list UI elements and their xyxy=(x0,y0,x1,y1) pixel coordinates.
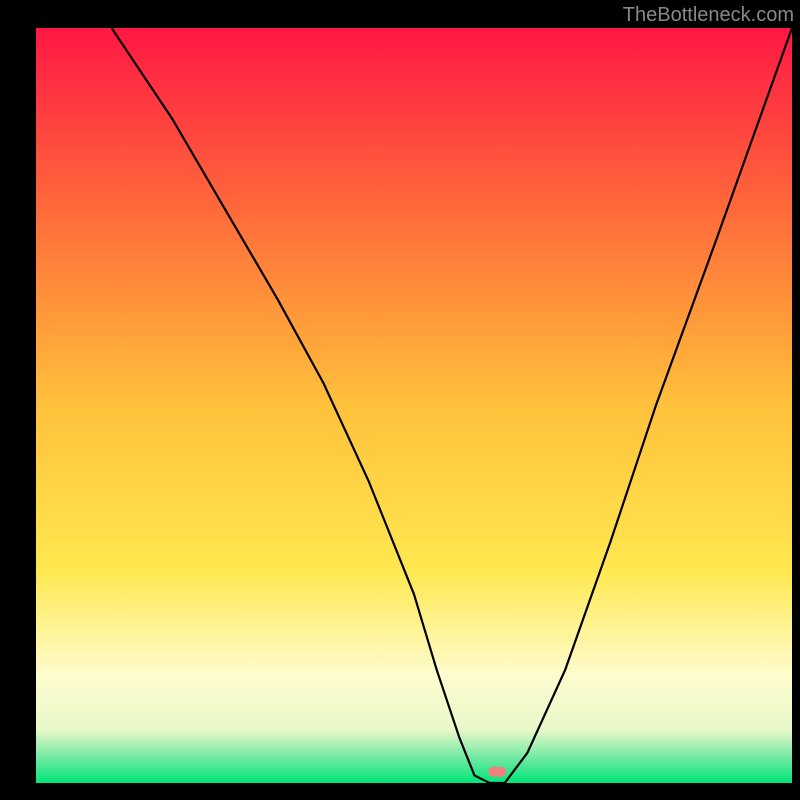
gradient-background xyxy=(36,28,792,783)
chart-container: TheBottleneck.com xyxy=(0,0,800,800)
chart-svg xyxy=(36,28,792,783)
watermark-text: TheBottleneck.com xyxy=(623,4,794,27)
optimal-marker xyxy=(488,767,506,777)
plot-area xyxy=(36,28,792,783)
